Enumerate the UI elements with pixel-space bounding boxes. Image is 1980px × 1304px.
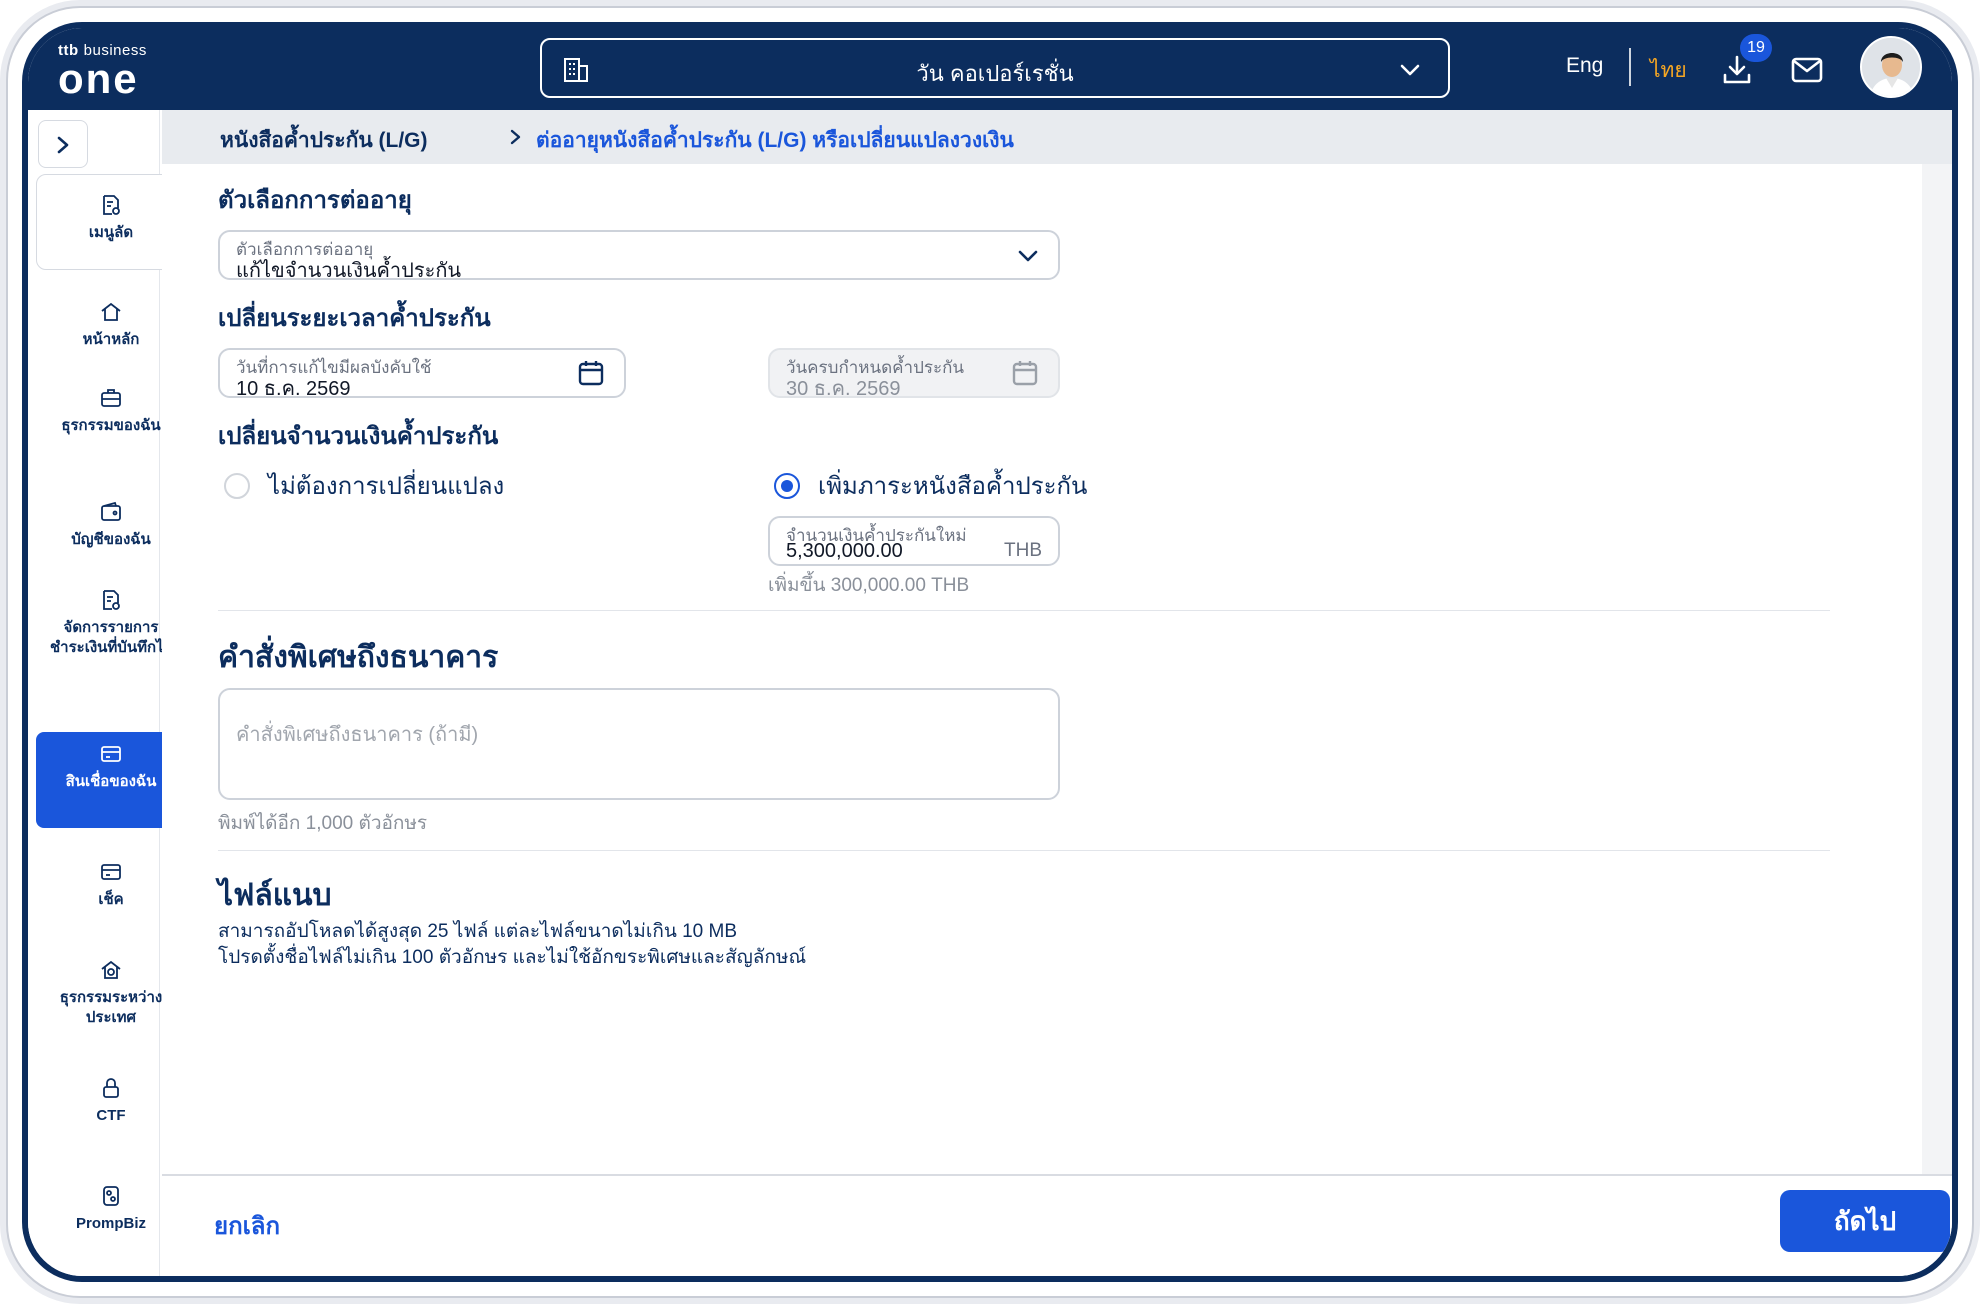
cheque-icon	[101, 864, 121, 880]
lang-divider	[1629, 48, 1631, 86]
attachments-rule-2: โปรดตั้งชื่อไฟล์ไม่เกิน 100 ตัวอักษร และ…	[218, 947, 807, 968]
sidebar-label: หน้าหลัก	[82, 331, 140, 348]
field-value: 30 ธ.ค. 2569	[786, 378, 901, 400]
effective-date-field[interactable]: วันที่การแก้ไขมีผลบังคับใช้ 10 ธ.ค. 2569	[218, 348, 626, 400]
sidebar: เมนูลัด หน้าหลัก ธุรกรรมของฉัน บัญชีของฉ…	[28, 110, 186, 1276]
cancel-button[interactable]: ยกเลิก	[214, 1206, 280, 1245]
sidebar-label: บัญชีของฉัน	[71, 531, 151, 548]
currency-suffix: THB	[1004, 540, 1042, 561]
lang-thai[interactable]: ไทย	[1650, 54, 1687, 87]
field-value: 5,300,000.00	[786, 540, 903, 562]
radio-button[interactable]	[224, 472, 250, 499]
calendar-icon	[1012, 361, 1038, 386]
device-frame: ttb business one วัน คอเปอร์เรชั่น Eng ไ…	[0, 0, 1980, 1304]
renewal-option-heading: ตัวเลือกการต่ออายุ	[218, 187, 412, 214]
expiry-date-field: วันครบกำหนดค้ำประกัน 30 ธ.ค. 2569	[768, 348, 1060, 400]
sidebar-label: เมนูลัด	[88, 224, 134, 241]
sidebar-label: สินเชื่อของฉัน	[65, 773, 157, 790]
chevron-down-icon	[1400, 64, 1420, 76]
section-divider	[218, 850, 1830, 851]
sidebar-label: PrompBiz	[75, 1215, 146, 1232]
brand-name: one	[58, 55, 139, 102]
character-counter: พิมพ์ได้อีก 1,000 ตัวอักษร	[218, 813, 428, 834]
new-amount-field[interactable]: จำนวนเงินค้ำประกันใหม่ 5,300,000.00 THB	[768, 516, 1060, 566]
amount-heading: เปลี่ยนจำนวนเงินค้ำประกัน	[218, 423, 499, 450]
next-button[interactable]: ถัดไป	[1780, 1190, 1950, 1252]
instruction-heading: คำสั่งพิเศษถึงธนาคาร	[218, 641, 499, 674]
renewal-option-select[interactable]: ตัวเลือกการต่ออายุ แก้ไขจำนวนเงินค้ำประก…	[218, 230, 1060, 282]
user-avatar[interactable]	[1860, 36, 1922, 98]
lock-icon	[103, 1078, 119, 1098]
radio-label: ไม่ต้องการเปลี่ยนแปลง	[268, 473, 505, 500]
company-selector[interactable]: วัน คอเปอร์เรชั่น	[540, 38, 1450, 98]
radio-no-change[interactable]: ไม่ต้องการเปลี่ยนแปลง	[224, 466, 504, 505]
section-divider	[218, 610, 1830, 611]
breadcrumb-parent-link[interactable]: หนังสือค้ำประกัน (L/G)	[220, 124, 428, 157]
instruction-textarea[interactable]: คำสั่งพิเศษถึงธนาคาร (ถ้ามี)	[218, 688, 1060, 800]
radio-button-selected[interactable]	[774, 472, 800, 499]
sidebar-label: ธุรกรรมของฉัน	[61, 417, 161, 434]
textarea-placeholder: คำสั่งพิเศษถึงธนาคาร (ถ้ามี)	[236, 724, 479, 746]
payment-doc-icon	[103, 590, 120, 610]
app-screen: ttb business one วัน คอเปอร์เรชั่น Eng ไ…	[28, 28, 1952, 1276]
main-content: ตัวเลือกการต่ออายุ ตัวเลือกการต่ออายุ แก…	[162, 164, 1922, 1174]
sidebar-label: เช็ค	[98, 891, 124, 908]
period-heading: เปลี่ยนระยะเวลาค้ำประกัน	[218, 305, 491, 332]
field-value: แก้ไขจำนวนเงินค้ำประกัน	[236, 260, 462, 282]
calendar-icon[interactable]	[576, 358, 606, 388]
chevron-down-icon	[1018, 250, 1038, 262]
attachments-rule-1: สามารถอัปโหลดได้สูงสุด 25 ไฟล์ แต่ละไฟล์…	[218, 921, 738, 942]
sidebar-expand-button[interactable]	[38, 120, 88, 168]
globe-house-icon	[101, 960, 121, 979]
attachments-heading: ไฟล์แนบ	[218, 879, 332, 912]
lang-english[interactable]: Eng	[1566, 54, 1603, 78]
wallet-icon	[101, 501, 121, 521]
radio-increase[interactable]: เพิ่มภาระหนังสือค้ำประกัน	[774, 466, 1087, 505]
action-footer: ยกเลิก ถัดไป	[162, 1174, 1952, 1276]
increase-note: เพิ่มขึ้น 300,000.00 THB	[768, 575, 970, 596]
home-icon	[101, 302, 121, 321]
sidebar-label: จัดการรายการชำระเงินที่บันทึกไว้	[49, 619, 173, 656]
top-header: ttb business one วัน คอเปอร์เรชั่น Eng ไ…	[28, 28, 1952, 110]
chevron-right-icon	[57, 136, 69, 154]
download-count-badge: 19	[1740, 34, 1772, 62]
mail-icon[interactable]	[1790, 56, 1824, 84]
sidebar-label: CTF	[96, 1107, 126, 1124]
chevron-right-icon	[510, 129, 521, 145]
field-value: 10 ธ.ค. 2569	[236, 378, 351, 400]
prompbiz-icon	[103, 1186, 119, 1206]
briefcase-icon	[101, 389, 121, 407]
radio-label: เพิ่มภาระหนังสือค้ำประกัน	[818, 473, 1088, 500]
sidebar-label: ธุรกรรมระหว่างประเทศ	[59, 989, 163, 1026]
loan-card-icon	[101, 746, 121, 762]
device-bezel: ttb business one วัน คอเปอร์เรชั่น Eng ไ…	[22, 22, 1958, 1282]
user-photo-icon	[1862, 38, 1920, 96]
breadcrumb-current: ต่ออายุหนังสือค้ำประกัน (L/G) หรือเปลี่ย…	[536, 129, 1014, 152]
shortcut-doc-icon	[103, 195, 120, 215]
company-name: วัน คอเปอร์เรชั่น	[916, 61, 1074, 86]
content-scroll-gutter	[1922, 164, 1952, 1174]
brand-logo[interactable]: ttb business one	[58, 38, 198, 100]
breadcrumb: หนังสือค้ำประกัน (L/G) ต่ออายุหนังสือค้ำ…	[162, 110, 1952, 164]
